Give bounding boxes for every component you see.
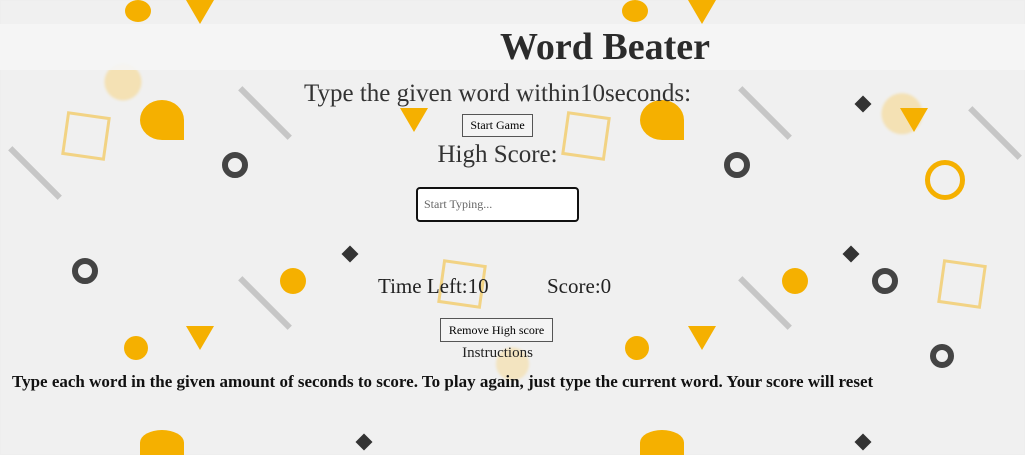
time-left: Time Left:10 [378, 272, 489, 300]
score-value: 0 [600, 274, 612, 298]
instructions-heading: Instructions [462, 345, 533, 361]
game-prompt: Type the given word within10seconds: [0, 78, 995, 110]
time-left-label: Time Left: [378, 274, 468, 298]
time-left-value: 10 [467, 274, 489, 298]
instructions-text: Type each word in the given amount of se… [12, 372, 874, 391]
page-title: Word Beater [499, 26, 710, 68]
score: Score:0 [547, 272, 611, 300]
remove-high-score-button[interactable]: Remove High score [440, 318, 553, 342]
score-label: Score: [547, 274, 601, 298]
prompt-suffix: seconds: [604, 80, 692, 107]
high-score-label: High Score: [437, 141, 558, 168]
prompt-prefix: Type the given word within [303, 80, 580, 107]
game-container: Word Beater Type the given word within10… [0, 0, 1025, 455]
word-input[interactable] [416, 187, 579, 222]
seconds-value: 10 [579, 80, 605, 107]
start-game-button[interactable]: Start Game [462, 114, 533, 137]
high-score: High Score: [0, 139, 995, 171]
